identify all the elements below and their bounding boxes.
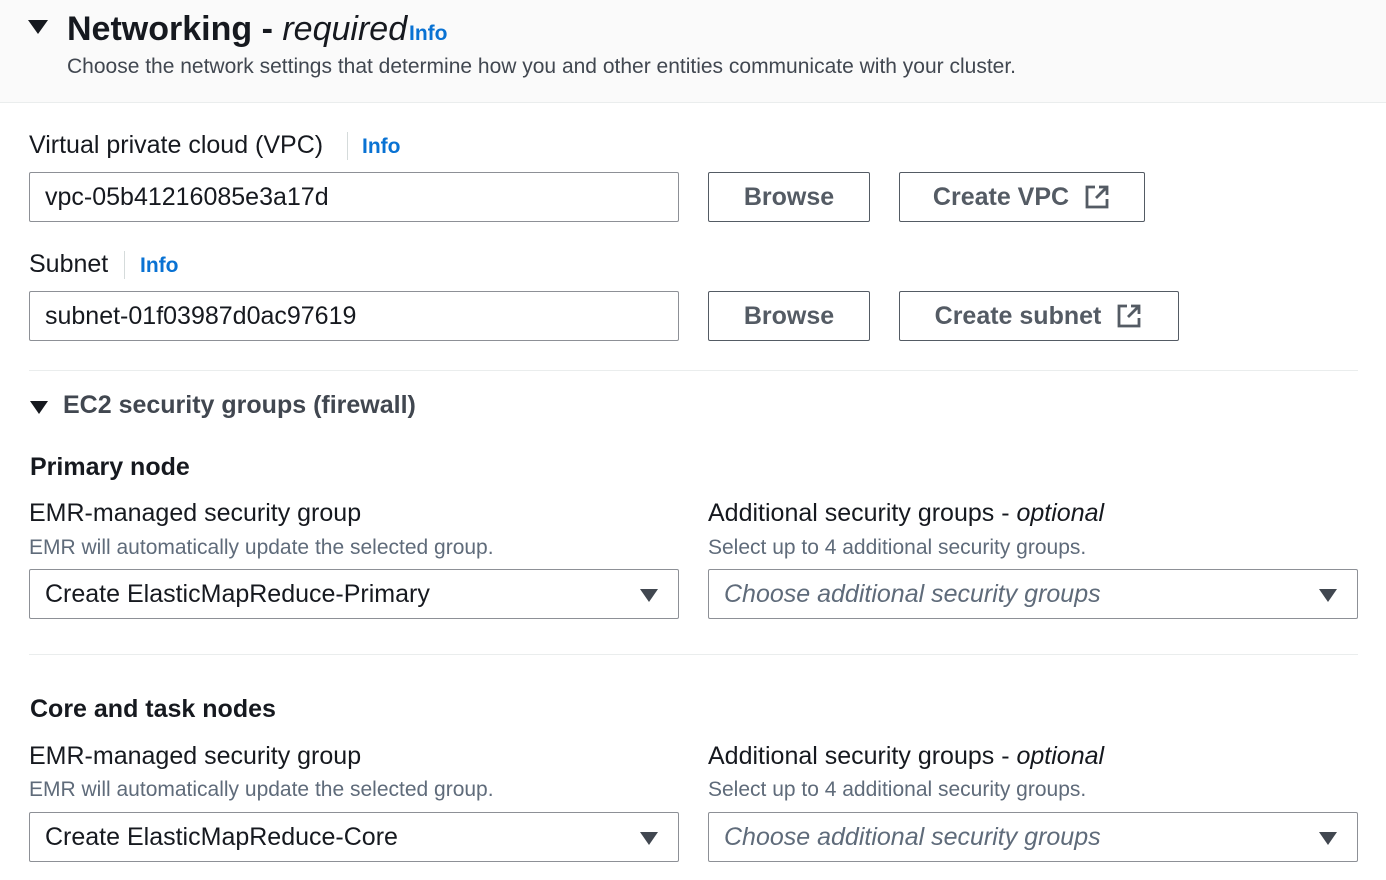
create-vpc-button[interactable]: Create VPC [899,172,1145,222]
security-groups-toggle[interactable]: EC2 security groups (firewall) [63,391,416,420]
core-additional-label: Additional security groups - optional [708,742,1104,771]
section-divider [29,370,1358,371]
chevron-down-icon [1319,832,1337,845]
collapse-caret-icon[interactable] [28,20,48,34]
required-label: required [282,10,408,48]
networking-info-link[interactable]: Info [409,22,447,46]
subnet-input-value: subnet-01f03987d0ac97619 [45,301,357,330]
create-subnet-button[interactable]: Create subnet [899,291,1179,341]
chevron-down-icon [640,589,658,602]
subnet-label-separator [124,251,125,279]
core-additional-select[interactable]: Choose additional security groups [708,812,1358,862]
create-vpc-label: Create VPC [932,182,1070,211]
subnet-info-link[interactable]: Info [140,254,178,278]
core-emr-select-value: Create ElasticMapReduce-Core [45,822,398,851]
create-subnet-label: Create subnet [934,301,1102,330]
external-link-icon [1085,185,1109,209]
primary-emr-description: EMR will automatically update the select… [29,536,494,559]
expand-caret-icon[interactable] [30,401,48,414]
external-link-icon [1117,304,1141,328]
section-title: Networking - required [67,10,407,49]
vpc-browse-label: Browse [743,182,835,211]
vpc-browse-button[interactable]: Browse [708,172,870,222]
primary-emr-label: EMR-managed security group [29,499,362,527]
section-description: Choose the network settings that determi… [67,55,1016,78]
primary-additional-description: Select up to 4 additional security group… [708,536,1087,559]
core-emr-select[interactable]: Create ElasticMapReduce-Core [29,812,679,862]
networking-header: Networking - required Info Choose the ne… [0,0,1386,103]
chevron-down-icon [1319,589,1337,602]
core-additional-description: Select up to 4 additional security group… [708,778,1087,801]
section-title-text: Networking - [67,10,273,48]
core-emr-label: EMR-managed security group [29,742,362,770]
primary-node-title: Primary node [30,453,190,481]
subnet-input[interactable]: subnet-01f03987d0ac97619 [29,291,679,341]
vpc-info-link[interactable]: Info [362,135,400,159]
vpc-label: Virtual private cloud (VPC) [29,131,324,159]
core-additional-placeholder: Choose additional security groups [724,822,1101,851]
chevron-down-icon [640,832,658,845]
vpc-label-separator [347,132,348,160]
primary-additional-label-text: Additional security groups - [708,499,1010,527]
node-divider [29,654,1358,655]
core-additional-label-text: Additional security groups - [708,742,1010,770]
primary-additional-select[interactable]: Choose additional security groups [708,569,1358,619]
core-optional-label: optional [1016,742,1105,770]
vpc-input[interactable]: vpc-05b41216085e3a17d [29,172,679,222]
primary-emr-select-value: Create ElasticMapReduce-Primary [45,579,430,608]
primary-emr-select[interactable]: Create ElasticMapReduce-Primary [29,569,679,619]
core-emr-description: EMR will automatically update the select… [29,778,494,801]
subnet-browse-label: Browse [743,301,835,330]
subnet-browse-button[interactable]: Browse [708,291,870,341]
primary-additional-placeholder: Choose additional security groups [724,579,1101,608]
subnet-label: Subnet [29,250,109,278]
primary-additional-label: Additional security groups - optional [708,499,1104,528]
core-nodes-title: Core and task nodes [30,695,276,723]
primary-optional-label: optional [1016,499,1105,527]
vpc-input-value: vpc-05b41216085e3a17d [45,182,329,211]
